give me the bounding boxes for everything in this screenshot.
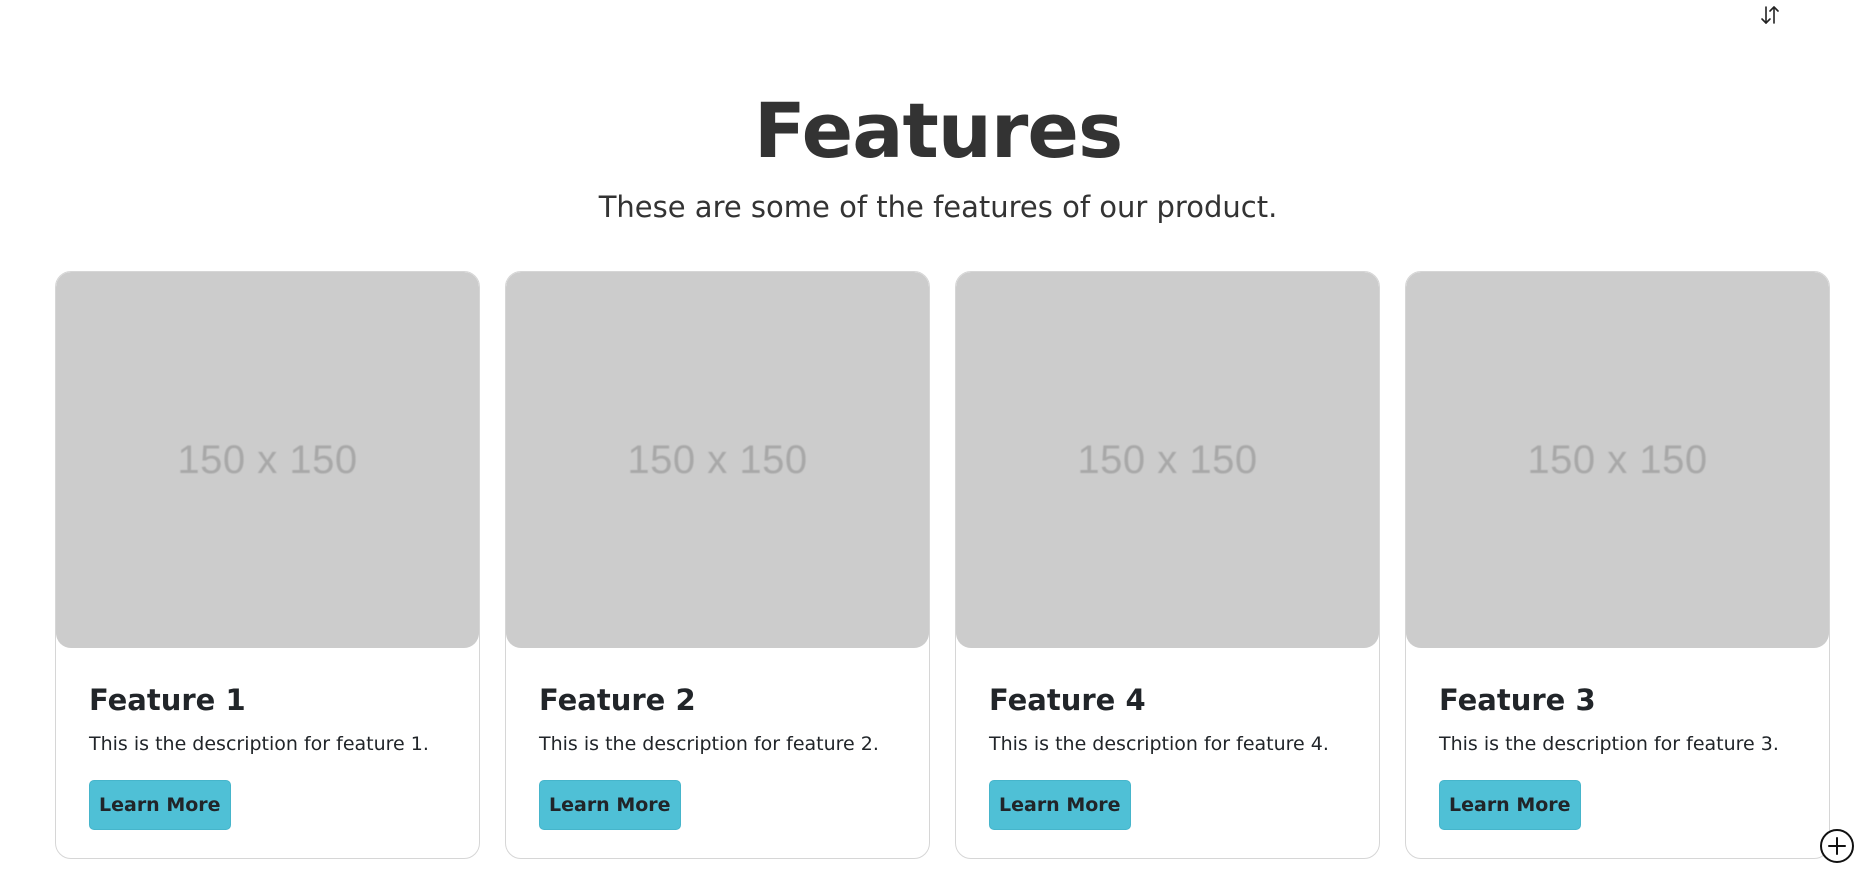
card-description: This is the description for feature 3.	[1439, 733, 1779, 755]
add-floating-button[interactable]	[1819, 828, 1855, 864]
card-title: Feature 4	[989, 683, 1146, 717]
page-title: Features	[753, 86, 1123, 175]
card-title: Feature 3	[1439, 683, 1596, 717]
learn-more-button[interactable]: Learn More	[989, 780, 1131, 830]
learn-more-button[interactable]: Learn More	[89, 780, 231, 830]
card-description: This is the description for feature 1.	[89, 733, 429, 755]
card-body: Feature 2 This is the description for fe…	[506, 648, 929, 830]
feature-card: 150 x 150 Feature 4 This is the descript…	[955, 271, 1380, 859]
image-placeholder-label: 150 x 150	[1077, 437, 1258, 482]
card-image-placeholder: 150 x 150	[956, 272, 1379, 648]
sort-toggle-button[interactable]	[1756, 2, 1784, 28]
learn-more-button[interactable]: Learn More	[1439, 780, 1581, 830]
card-image-placeholder: 150 x 150	[1406, 272, 1829, 648]
page-subtitle: These are some of the features of our pr…	[598, 190, 1278, 224]
page: Features These are some of the features …	[0, 0, 1876, 888]
features-header: Features These are some of the features …	[0, 86, 1876, 226]
card-description: This is the description for feature 4.	[989, 733, 1329, 755]
card-body: Feature 4 This is the description for fe…	[956, 648, 1379, 830]
feature-card: 150 x 150 Feature 1 This is the descript…	[55, 271, 480, 859]
card-image-placeholder: 150 x 150	[56, 272, 479, 648]
feature-cards: 150 x 150 Feature 1 This is the descript…	[55, 271, 1830, 859]
card-body: Feature 1 This is the description for fe…	[56, 648, 479, 830]
add-circle-icon	[1820, 829, 1854, 863]
learn-more-button[interactable]: Learn More	[539, 780, 681, 830]
card-image-placeholder: 150 x 150	[506, 272, 929, 648]
image-placeholder-label: 150 x 150	[177, 437, 358, 482]
feature-card: 150 x 150 Feature 3 This is the descript…	[1405, 271, 1830, 859]
card-description: This is the description for feature 2.	[539, 733, 879, 755]
feature-card: 150 x 150 Feature 2 This is the descript…	[505, 271, 930, 859]
card-title: Feature 2	[539, 683, 696, 717]
card-body: Feature 3 This is the description for fe…	[1406, 648, 1829, 830]
sort-arrows-icon	[1761, 6, 1779, 24]
card-title: Feature 1	[89, 683, 246, 717]
image-placeholder-label: 150 x 150	[627, 437, 808, 482]
image-placeholder-label: 150 x 150	[1527, 437, 1708, 482]
